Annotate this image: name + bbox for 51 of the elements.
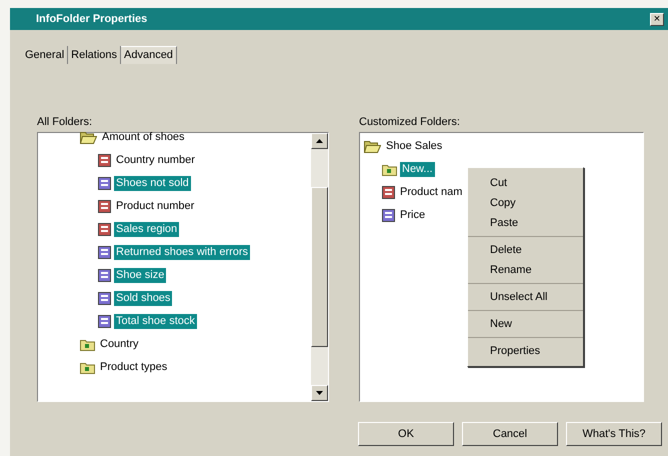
- tree-item[interactable]: Country number: [114, 153, 197, 168]
- tree-item[interactable]: Product types: [98, 360, 170, 375]
- tree-item[interactable]: New...: [400, 162, 435, 177]
- scrollbar[interactable]: [311, 133, 328, 401]
- folder-icon: [80, 338, 95, 351]
- menu-item[interactable]: Cut: [468, 173, 583, 193]
- field-icon: [98, 292, 111, 305]
- scroll-down-icon[interactable]: [311, 385, 328, 401]
- tree-item[interactable]: Shoe Sales: [384, 139, 444, 154]
- tree-item[interactable]: Country: [98, 337, 141, 352]
- dialog-button[interactable]: What's This?: [566, 422, 662, 446]
- field-icon: [98, 223, 111, 236]
- scroll-up-icon[interactable]: [311, 133, 328, 149]
- window-title: InfoFolder Properties: [36, 12, 148, 27]
- menu-item[interactable]: Rename: [468, 260, 583, 280]
- field-icon: [98, 200, 111, 213]
- field-icon: [98, 269, 111, 282]
- tree-item[interactable]: Returned shoes with errors: [114, 245, 250, 260]
- field-icon: [98, 246, 111, 259]
- menu-item[interactable]: Delete: [468, 240, 583, 260]
- menu-item[interactable]: Properties: [468, 341, 583, 361]
- tree-item[interactable]: Shoe size: [114, 268, 166, 283]
- tree-item[interactable]: Total shoe stock: [114, 314, 197, 329]
- menu-item[interactable]: Unselect All: [468, 287, 583, 307]
- field-icon: [382, 209, 395, 222]
- tab[interactable]: General: [22, 46, 68, 64]
- customized-folders-label: Customized Folders:: [359, 115, 461, 130]
- open-folder-icon: [364, 140, 381, 153]
- field-icon: [98, 154, 111, 167]
- menu-item[interactable]: Paste: [468, 213, 583, 233]
- tree-item[interactable]: Sold shoes: [114, 291, 172, 306]
- folder-icon: [80, 361, 95, 374]
- folder-icon: [382, 163, 397, 176]
- tree-item[interactable]: Product nam: [398, 185, 464, 200]
- field-icon: [382, 186, 395, 199]
- tree-item[interactable]: Price: [398, 208, 428, 223]
- tree-item[interactable]: Shoes not sold: [114, 176, 191, 191]
- tab[interactable]: Advanced: [121, 46, 177, 64]
- tree-item[interactable]: Sales region: [114, 222, 180, 237]
- close-button[interactable]: ×: [650, 12, 664, 26]
- dialog-button[interactable]: OK: [358, 422, 454, 446]
- tree-item[interactable]: Product number: [114, 199, 196, 214]
- dialog-button[interactable]: Cancel: [462, 422, 558, 446]
- open-folder-icon: [80, 131, 97, 144]
- all-folders-label: All Folders:: [37, 115, 94, 130]
- field-icon: [98, 177, 111, 190]
- scroll-thumb[interactable]: [311, 187, 328, 347]
- field-icon: [98, 315, 111, 328]
- tree-item[interactable]: Amount of shoes: [100, 130, 187, 145]
- menu-item[interactable]: New: [468, 314, 583, 334]
- menu-item[interactable]: Copy: [468, 193, 583, 213]
